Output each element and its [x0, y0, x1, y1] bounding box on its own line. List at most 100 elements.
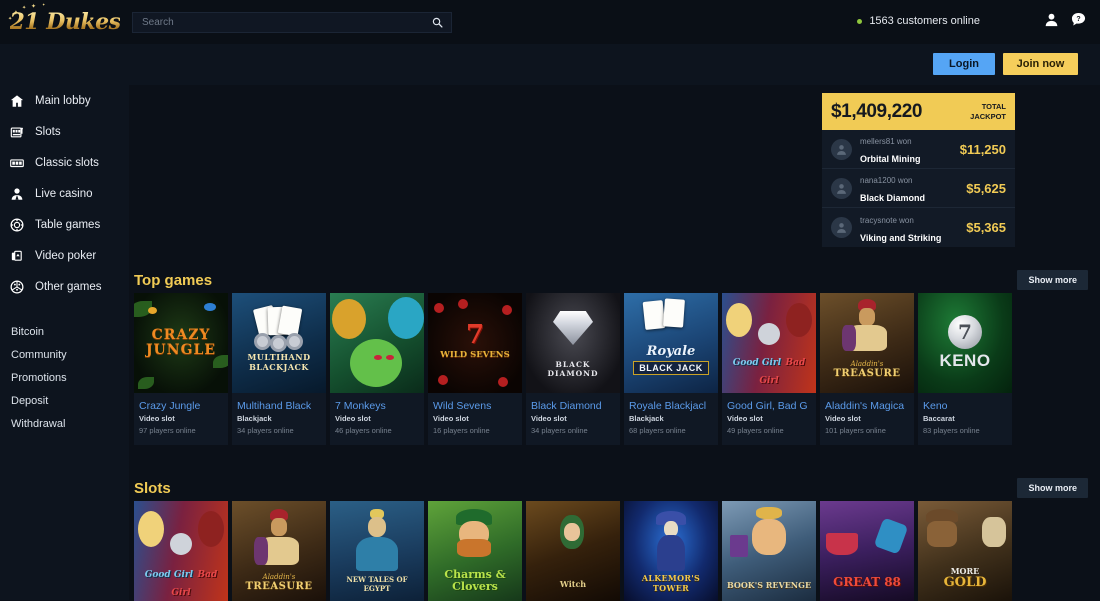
game-card[interactable]: BOOK'S REVENGE: [722, 501, 816, 601]
sidebar-item-live-casino[interactable]: Live casino: [0, 178, 129, 209]
jackpot-winner-amount: $5,365: [966, 220, 1006, 235]
jackpot-winner-user: tracysnote won: [860, 215, 914, 225]
sidebar-link-community[interactable]: Community: [0, 343, 129, 366]
game-card[interactable]: NEW TALES OF EGYPT: [330, 501, 424, 601]
home-icon: [10, 94, 31, 108]
game-thumbnail: BOOK'S REVENGE: [722, 501, 816, 601]
sidebar-item-label: Other games: [35, 280, 102, 293]
brand-name: 21 Dukes: [9, 9, 121, 35]
game-title: Royale Blackjacl: [629, 400, 707, 412]
game-card[interactable]: ALKEMOR'S TOWER: [624, 501, 718, 601]
section-header: Top games Show more: [129, 267, 1100, 293]
search-bar[interactable]: [132, 12, 452, 33]
sidebar-link-bitcoin[interactable]: Bitcoin: [0, 320, 129, 343]
game-card[interactable]: Royale BLACK JACK Royale Blackjacl Black…: [624, 293, 718, 445]
game-card[interactable]: MORE GOLD: [918, 501, 1012, 601]
keno-ball-icon: 7: [948, 315, 982, 349]
help-icon[interactable]: ?: [1071, 12, 1086, 32]
jackpot-winner-amount: $5,625: [966, 180, 1006, 196]
game-players-online: 83 players online: [923, 426, 980, 435]
game-title: Aladdin's Magica: [825, 400, 905, 412]
jackpot-winner-game: Black Diamond: [860, 193, 926, 203]
thumbnail-title: TREASURE: [245, 580, 313, 592]
thumbnail-title: GOLD: [943, 575, 987, 590]
thumbnail-art: 7 KENO: [918, 315, 1012, 371]
game-card[interactable]: Witch: [526, 501, 620, 601]
thumbnail-title: Charms & Clovers: [444, 568, 506, 593]
game-card[interactable]: Aladdin's TREASURE Aladdin's Magica Vide…: [820, 293, 914, 445]
game-card[interactable]: Good Girl Bad Girl Good Girl, Bad G Vide…: [722, 293, 816, 445]
search-icon[interactable]: [432, 17, 443, 28]
section-slots: Slots Show more Good Girl Bad Girl Aladd…: [129, 475, 1100, 601]
game-card[interactable]: Charms & Clovers: [428, 501, 522, 601]
cards-icon: [10, 249, 31, 263]
sidebar-item-table-games[interactable]: Table games: [0, 209, 129, 240]
sidebar-item-classic-slots[interactable]: Classic slots: [0, 147, 129, 178]
thumbnail-art: Good Girl Bad Girl: [722, 352, 816, 388]
login-button[interactable]: Login: [933, 53, 995, 75]
game-card-info: Multihand Black Blackjack 34 players onl…: [232, 393, 326, 445]
user-icon[interactable]: [1044, 12, 1059, 32]
game-players-online: 97 players online: [139, 426, 196, 435]
sidebar-item-label: Classic slots: [35, 156, 99, 169]
game-card[interactable]: 7 WILD SEVENS Wild Sevens Video slot 16 …: [428, 293, 522, 445]
game-card-info: 7 Monkeys Video slot 46 players online: [330, 393, 424, 445]
sidebar-item-video-poker[interactable]: Video poker: [0, 240, 129, 271]
jackpot-winner-game: Orbital Mining: [860, 154, 921, 164]
logo-sparkle-icon: ✦: [22, 5, 27, 11]
sidebar-link-withdrawal[interactable]: Withdrawal: [0, 412, 129, 435]
game-thumbnail: ALKEMOR'S TOWER: [624, 501, 718, 601]
join-now-button[interactable]: Join now: [1003, 53, 1078, 75]
jackpot-winner-row[interactable]: mellers81 won Orbital Mining $11,250: [822, 130, 1015, 169]
thumbnail-art: MORE GOLD: [918, 566, 1012, 590]
jackpot-winner-row[interactable]: nana1200 won Black Diamond $5,625: [822, 169, 1015, 208]
sidebar-item-other-games[interactable]: Other games: [0, 271, 129, 302]
sidebar-link-promotions[interactable]: Promotions: [0, 366, 129, 389]
game-players-online: 34 players online: [531, 426, 588, 435]
thumbnail-subtitle: BLACK JACK: [633, 360, 709, 375]
game-category: Blackjack: [629, 414, 664, 423]
customers-online: 1563 customers online: [857, 15, 980, 27]
game-card[interactable]: Aladdin's TREASURE: [232, 501, 326, 601]
game-title: Crazy Jungle: [139, 400, 201, 412]
game-thumbnail: Witch: [526, 501, 620, 601]
sidebar-item-slots[interactable]: Slots: [0, 116, 129, 147]
jackpot-label: TOTAL JACKPOT: [970, 101, 1006, 121]
game-card[interactable]: CRAZY JUNGLE Crazy Jungle Video slot 97 …: [134, 293, 228, 445]
jackpot-winner-row[interactable]: tracysnote won Viking and Striking $5,36…: [822, 208, 1015, 247]
brand-logo[interactable]: ✦ ✦ ✦ ✦ ✦ 21 Dukes: [0, 0, 130, 44]
search-input[interactable]: [133, 17, 432, 28]
game-thumbnail: BLACK DIAMOND: [526, 293, 620, 393]
game-card[interactable]: 7 KENO Keno Baccarat 83 players online: [918, 293, 1012, 445]
game-card[interactable]: GREAT 88: [820, 501, 914, 601]
thumbnail-title: TREASURE: [833, 367, 901, 379]
game-thumbnail: Royale BLACK JACK: [624, 293, 718, 393]
game-category: Video slot: [531, 414, 567, 423]
game-card-info: Wild Sevens Video slot 16 players online: [428, 393, 522, 445]
sidebar-link-deposit[interactable]: Deposit: [0, 389, 129, 412]
sidebar-item-label: Main lobby: [35, 94, 91, 107]
game-players-online: 16 players online: [433, 426, 490, 435]
thumbnail-title: MULTIHAND BLACKJACK: [247, 352, 311, 372]
game-title: Black Diamond: [531, 400, 602, 412]
game-card[interactable]: MULTIHAND BLACKJACK Multihand Black Blac…: [232, 293, 326, 445]
show-more-button[interactable]: Show more: [1017, 270, 1088, 290]
section-header: Slots Show more: [129, 475, 1100, 501]
svg-text:?: ?: [1076, 16, 1080, 23]
dice-icon: [10, 280, 31, 294]
sidebar-item-label: Table games: [35, 218, 101, 231]
chip-icon: [10, 218, 31, 232]
game-thumbnail: GREAT 88: [820, 501, 914, 601]
game-card[interactable]: Good Girl Bad Girl: [134, 501, 228, 601]
game-card[interactable]: 7 Monkeys Video slot 46 players online: [330, 293, 424, 445]
game-category: Baccarat: [923, 414, 955, 423]
jackpot-winner-amount: $11,250: [959, 141, 1006, 157]
jackpot-winner-text: tracysnote won Viking and Striking: [860, 210, 966, 246]
sidebar-item-main-lobby[interactable]: Main lobby: [0, 85, 129, 116]
game-card[interactable]: BLACK DIAMOND Black Diamond Video slot 3…: [526, 293, 620, 445]
thumbnail-title: GREAT 88: [833, 575, 901, 589]
section-top-games: Top games Show more CRAZY JUNGLE Crazy J…: [129, 267, 1100, 445]
game-card-info: Royale Blackjacl Blackjack 68 players on…: [624, 393, 718, 445]
game-category: Video slot: [335, 414, 371, 423]
show-more-button[interactable]: Show more: [1017, 478, 1088, 498]
